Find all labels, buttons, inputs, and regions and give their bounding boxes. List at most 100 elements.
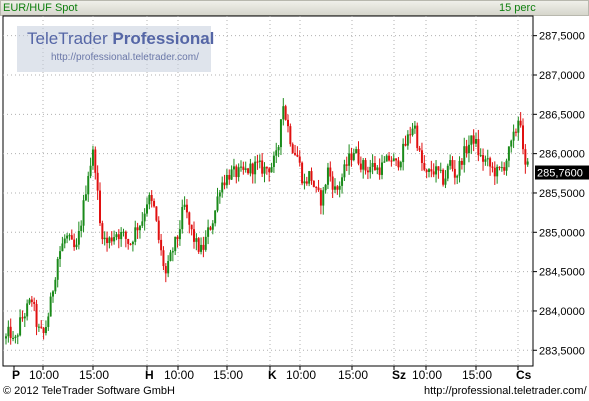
candle-body [465,146,468,154]
candle-body [56,258,59,280]
candle-body [52,291,54,297]
candle-body [409,134,412,136]
candle-body [237,167,240,178]
candle-body [157,220,160,240]
candle-body [416,125,419,149]
candle-body [298,156,301,163]
copyright-text: © 2012 TeleTrader Software GmbH [3,385,175,397]
candle-body [110,237,113,242]
candle-body [197,238,200,252]
candle-body [477,139,480,156]
candle-body [261,160,264,174]
candle-body [23,316,26,319]
candle-body [183,204,186,207]
candle-body [106,237,109,244]
candle-body [439,169,442,171]
candle-body [146,204,148,214]
logo-url: http://professional.teletrader.com/ [51,52,199,63]
candle-body [341,177,344,186]
candle-body [284,106,287,120]
candle-body [185,204,188,213]
candle-body [68,235,71,237]
candle-body [507,146,510,161]
candle-body [275,150,278,156]
candle-body [524,149,527,165]
candle-body [108,237,111,244]
x-tick-label: H [145,368,154,382]
candle-body [240,166,242,168]
candle-body [66,235,69,239]
candle-body [9,326,12,338]
candle-body [279,119,282,148]
x-tick-label: Cs [516,368,532,382]
candle-body [167,260,170,274]
candle-body [406,134,409,146]
candle-body [317,187,320,191]
candle-body [59,251,62,259]
candle-body [345,164,348,166]
candle-body [254,161,257,175]
candle-body [16,335,19,337]
candle-body [174,236,177,252]
candle-body [418,148,421,151]
logo-brand: TeleTrader Professional [27,29,215,48]
candle-body [512,131,515,141]
candle-body [214,210,217,224]
candle-body [247,168,250,174]
candle-body [195,238,198,242]
candle-body [122,231,125,233]
last-value-label: 285,7600 [537,168,583,180]
candle-body [244,168,247,170]
candle-body [444,178,447,185]
candle-body [411,128,414,135]
candle-body [503,167,506,171]
candle-body [500,167,503,169]
candle-body [296,154,299,157]
candle-body [134,227,137,242]
candle-body [94,149,97,173]
x-tick-label: 15:00 [338,368,368,382]
candle-body [395,158,398,161]
candle-body [96,172,99,191]
candle-body [82,200,85,226]
candle-body [115,234,118,238]
candle-body [350,153,353,161]
candle-body [467,144,470,154]
candle-body [181,206,184,230]
candle-body [169,252,172,261]
candle-body [44,327,47,334]
candle-body [378,167,381,175]
candle-body [301,162,304,184]
candle-body [211,223,214,230]
y-tick-label: 286,5000 [539,109,585,121]
candle-body [348,153,351,166]
candle-body [486,158,489,160]
candle-body [136,227,139,231]
chart-window: EUR/HUF Spot 15 perc 283,5000 284,0000 284… [0,0,589,401]
candle-body [432,171,435,175]
candle-body [242,166,245,170]
candle-body [235,166,238,178]
candle-body [479,155,482,157]
candle-body [30,299,33,303]
candle-body [124,231,127,239]
candle-body [522,125,524,150]
candle-body [329,167,332,177]
candle-body [164,266,167,274]
candle-body [324,184,327,191]
candle-body [505,160,508,171]
candle-body [225,174,228,186]
candle-body [489,158,492,167]
y-tick-label: 284,5000 [539,267,585,279]
candle-body [49,296,52,317]
candle-body [155,206,158,221]
candle-body [150,195,153,201]
candle-body [178,229,181,240]
footer-url: http://professional.teletrader.com/ [424,385,587,397]
candle-body [75,244,78,248]
candle-body [204,236,207,250]
candle-body [80,225,83,231]
candle-body [430,169,433,172]
candle-body [249,163,252,174]
candle-body [7,326,10,337]
